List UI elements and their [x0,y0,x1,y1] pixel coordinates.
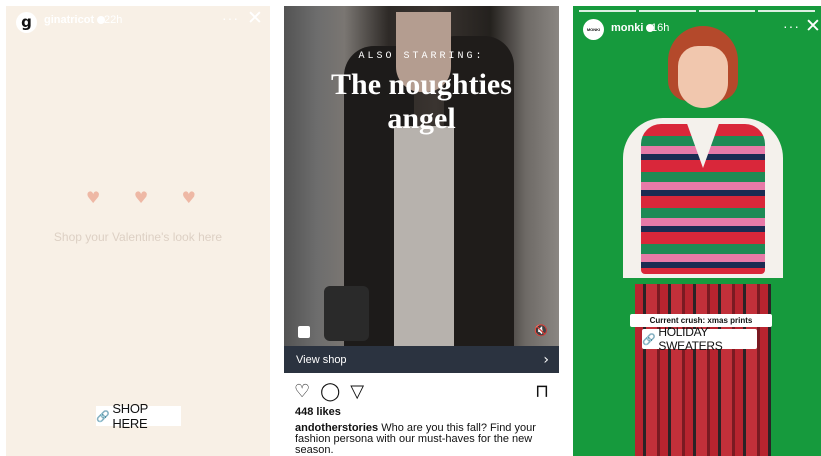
story-progress-bars [579,10,815,12]
holiday-sweaters-label: HOLIDAY SWEATERS [658,325,723,353]
avatar[interactable]: g [16,12,37,33]
bookmark-icon[interactable]: ⊓ [535,381,549,402]
post-photo[interactable]: ALSO STARRING: The noughties angel 🔇 [284,6,559,346]
view-shop-bar[interactable]: View shop › [284,346,559,373]
share-icon[interactable]: ▽ [350,381,364,402]
post-andotherstories: ALSO STARRING: The noughties angel 🔇 Vie… [284,0,559,456]
story-message: Shop your Valentine's look here [53,230,223,244]
photo-plaid-pants [635,284,771,456]
story-monki[interactable]: MONKI monki 16h ··· ✕ Current crush: xma… [573,6,821,456]
holiday-sweaters-link-sticker[interactable]: 🔗 HOLIDAY SWEATERS [642,325,757,353]
photo-bag [324,286,369,341]
progress-segment [758,10,815,12]
view-shop-label: View shop [296,353,347,366]
shopping-bag-icon[interactable] [298,326,310,338]
story-ginatricot[interactable]: g ginatricot 22h ··· ✕ ♥ ♥ ♥ Shop your V… [6,6,270,456]
link-icon: 🔗 [642,332,656,346]
story-username[interactable]: monki [611,22,655,34]
close-icon[interactable]: ✕ [247,7,263,29]
link-icon: 🔗 [96,409,110,423]
more-options-icon[interactable]: ··· [222,10,239,26]
comment-icon[interactable]: ◯ [320,381,340,402]
heart-icon: ♥ [86,188,101,207]
shop-here-link-sticker[interactable]: 🔗 SHOP HERE [96,401,181,431]
progress-segment [579,10,636,12]
hearts-decoration: ♥ ♥ ♥ [86,188,196,207]
likes-count[interactable]: 448 likes [295,406,341,418]
shop-here-label: SHOP HERE [112,401,148,431]
close-icon[interactable]: ✕ [805,15,821,37]
avatar[interactable]: MONKI [583,19,604,40]
progress-segment [698,10,756,12]
photo-face [678,46,728,108]
chevron-right-icon: › [543,351,549,368]
photo-dress [394,126,454,346]
heart-icon: ♥ [181,188,196,207]
progress-segment [638,10,696,12]
story-username[interactable]: ginatricot [44,14,106,26]
post-subhead: ALSO STARRING: [358,51,485,62]
post-headline: The noughties angel [331,68,512,135]
like-icon[interactable]: ♡ [294,381,310,402]
mute-icon[interactable]: 🔇 [534,324,548,337]
story-timestamp: 16h [651,22,670,34]
post-caption: andotherstories Who are you this fall? F… [295,423,545,456]
story-timestamp: 22h [104,14,123,26]
heart-icon: ♥ [133,188,149,207]
post-actions: ♡ ◯ ▽ ⊓ [294,381,549,402]
more-options-icon[interactable]: ··· [783,18,800,34]
